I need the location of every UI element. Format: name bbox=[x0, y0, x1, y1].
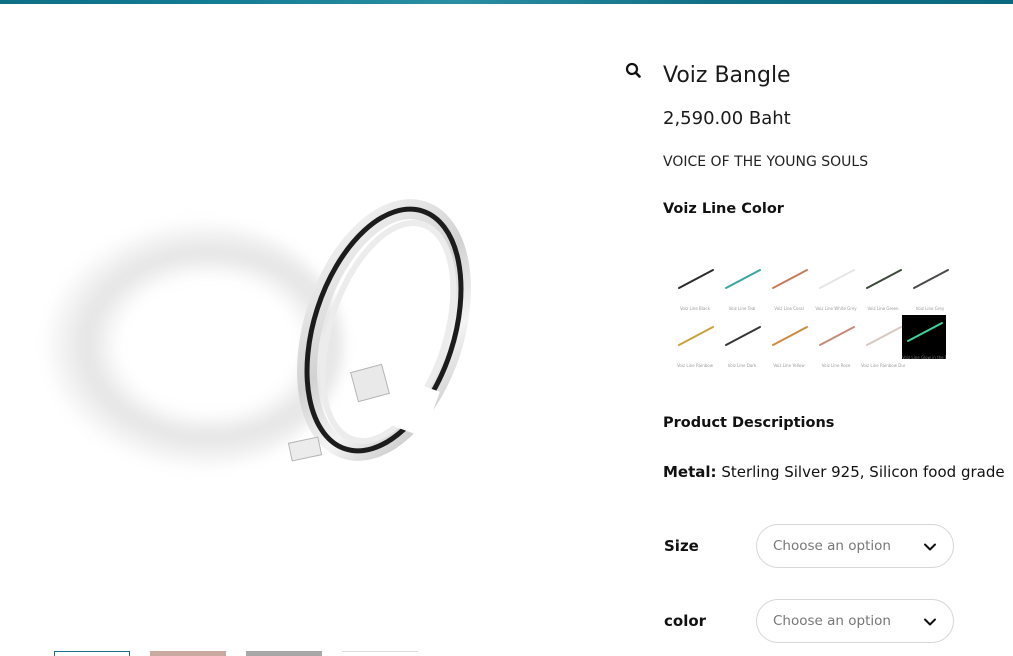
swatch-line-image bbox=[678, 269, 714, 289]
metal-description: Metal: Sterling Silver 925, Silicon food… bbox=[663, 463, 1005, 481]
swatch-line-image bbox=[866, 326, 902, 346]
color-swatch[interactable]: Voiz Line Coral bbox=[767, 262, 811, 311]
product-price: 2,590.00 Baht bbox=[663, 108, 791, 129]
color-swatch[interactable]: Voiz Line Grey bbox=[908, 262, 952, 311]
color-swatch[interactable]: Voiz Line Rainbow bbox=[673, 319, 717, 368]
swatch-line-image bbox=[725, 269, 761, 289]
size-label: Size bbox=[664, 537, 699, 555]
swatch-label: Voiz Line Teal bbox=[728, 306, 756, 311]
color-select[interactable]: Choose an option bbox=[756, 599, 954, 643]
swatch-label: Voiz Line Coral bbox=[774, 306, 804, 311]
chevron-down-icon bbox=[924, 543, 936, 551]
color-swatch[interactable]: Voiz Line Yellow bbox=[767, 319, 811, 368]
product-thumbnail[interactable] bbox=[342, 651, 418, 656]
swatch-line-image bbox=[819, 326, 855, 346]
swatch-line-image bbox=[913, 269, 949, 289]
color-swatch[interactable]: Voiz Line Green bbox=[861, 262, 905, 311]
metal-label: Metal: bbox=[663, 463, 717, 481]
swatch-line-image bbox=[678, 326, 714, 346]
color-swatch[interactable]: Voiz Line Dark bbox=[720, 319, 764, 368]
product-thumbnail[interactable] bbox=[246, 651, 322, 656]
product-main-image[interactable] bbox=[44, 190, 474, 490]
swatch-label: Voiz Line Green bbox=[867, 306, 899, 311]
swatch-label: Voiz Line Grey bbox=[915, 306, 945, 311]
size-select[interactable]: Choose an option bbox=[756, 524, 954, 568]
chevron-down-icon bbox=[924, 618, 936, 626]
swatch-label: Voiz Line Rainbow Dust bbox=[861, 363, 905, 368]
color-swatch[interactable]: Voiz Line Rainbow Dust bbox=[861, 319, 905, 368]
product-title: Voiz Bangle bbox=[663, 63, 791, 88]
swatch-label: Voiz Line Rose bbox=[821, 363, 851, 368]
color-swatch[interactable]: Voiz Line Black bbox=[673, 262, 717, 311]
swatch-line-image bbox=[819, 269, 855, 289]
size-select-placeholder: Choose an option bbox=[773, 538, 891, 554]
color-label: color bbox=[664, 612, 707, 630]
product-thumbnail[interactable] bbox=[150, 651, 226, 656]
swatch-line-image bbox=[772, 269, 808, 289]
product-thumbnail[interactable] bbox=[54, 651, 130, 656]
bangle-image bbox=[287, 199, 471, 462]
color-swatch[interactable]: Voiz Line Rose bbox=[814, 319, 858, 368]
zoom-icon[interactable] bbox=[622, 60, 644, 82]
swatch-label: Voiz Line Yellow bbox=[773, 363, 805, 368]
color-swatch[interactable]: Voiz Line White Grey bbox=[814, 262, 858, 311]
color-section-heading: Voiz Line Color bbox=[663, 201, 784, 217]
thumbnail-strip bbox=[54, 651, 424, 656]
color-swatch[interactable]: Voiz Line Glow in the Dark bbox=[902, 315, 946, 360]
swatch-line-image bbox=[725, 326, 761, 346]
top-accent-bar bbox=[0, 0, 1013, 4]
product-tagline: VOICE OF THE YOUNG SOULS bbox=[663, 154, 869, 170]
swatch-label: Voiz Line Rainbow bbox=[676, 363, 713, 368]
metal-value: Sterling Silver 925, Silicon food grade bbox=[716, 463, 1005, 481]
swatch-label: Voiz Line Glow in the Dark bbox=[902, 355, 946, 360]
swatch-label: Voiz Line Black bbox=[680, 306, 710, 311]
swatch-line-image bbox=[866, 269, 902, 289]
color-select-placeholder: Choose an option bbox=[773, 613, 891, 629]
description-heading: Product Descriptions bbox=[663, 415, 835, 431]
swatch-line-image bbox=[907, 322, 943, 342]
swatch-label: Voiz Line Dark bbox=[727, 363, 757, 368]
swatch-label: Voiz Line White Grey bbox=[815, 306, 857, 311]
swatch-line-image bbox=[772, 326, 808, 346]
color-swatch[interactable]: Voiz Line Teal bbox=[720, 262, 764, 311]
